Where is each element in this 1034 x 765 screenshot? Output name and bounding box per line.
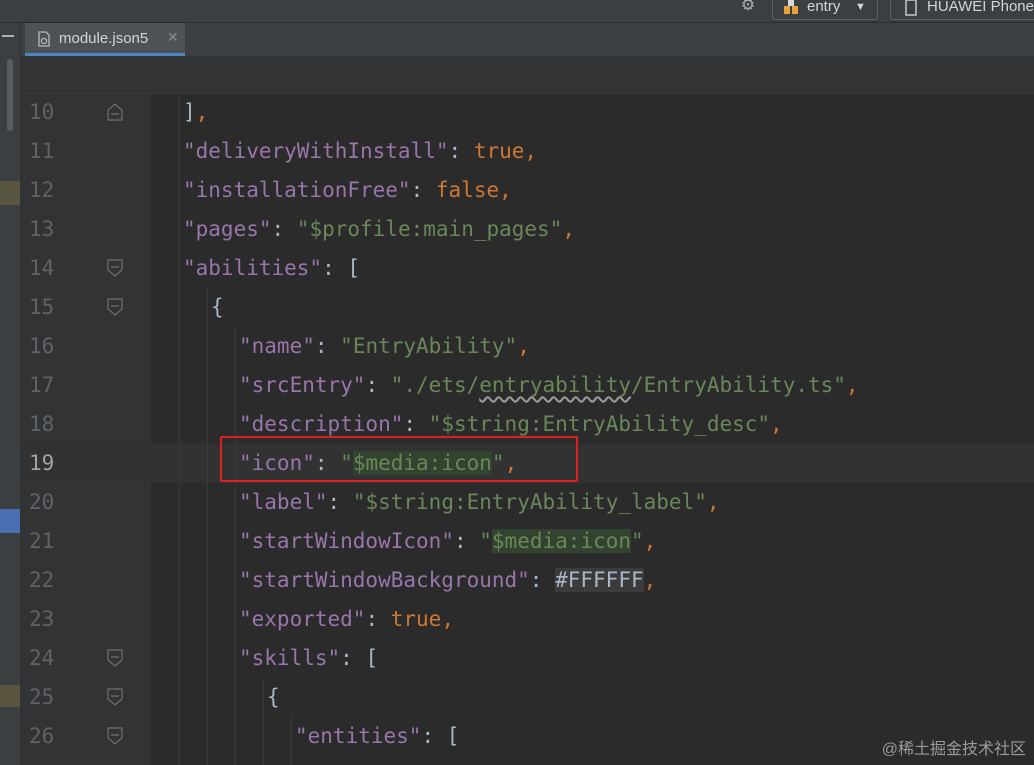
code-line[interactable]: 14 "abilities": [ [21, 249, 1034, 288]
bookmark-marker [0, 685, 20, 707]
gear-icon[interactable]: ⚙ [738, 0, 758, 16]
code-text: "exported": true, [239, 607, 454, 631]
code-line[interactable]: 21 "startWindowIcon": "$media:icon", [21, 522, 1034, 561]
code-text: ], [183, 100, 209, 124]
device-label: HUAWEI Phone [927, 0, 1034, 15]
code-line[interactable]: 11 "deliveryWithInstall": true, [21, 132, 1034, 171]
run-configuration-select[interactable]: entry ▼ [772, 0, 878, 20]
code-text: "entities": [ [295, 724, 460, 748]
scroll-thumb[interactable] [7, 59, 13, 131]
line-number: 12 [29, 178, 55, 202]
line-number: 17 [29, 373, 55, 397]
run-config-label: entry [807, 0, 841, 15]
json-file-icon [38, 31, 50, 47]
code-line[interactable]: 13 "pages": "$profile:main_pages", [21, 210, 1034, 249]
code-editor[interactable]: 10], 11 "deliveryWithInstall": true, 12 "ins… [21, 94, 1034, 765]
left-tool-strip [0, 23, 21, 765]
code-text: "label": "$string:EntryAbility_label", [239, 490, 720, 514]
line-number: 18 [29, 412, 55, 436]
bookmark-marker [0, 181, 20, 205]
panel-divider [2, 35, 14, 37]
indent-guide [179, 94, 180, 765]
line-number: 23 [29, 607, 55, 631]
selection-marker [0, 509, 20, 533]
annotation-highlight-box [220, 436, 578, 482]
code-text: "installationFree": false, [183, 178, 512, 202]
chevron-down-icon: ▼ [855, 1, 866, 13]
code-line[interactable]: 10], [21, 94, 1034, 132]
line-number: 13 [29, 217, 55, 241]
code-text: "skills": [ [239, 646, 379, 670]
code-text: "pages": "$profile:main_pages", [183, 217, 575, 241]
watermark: @稀土掘金技术社区 [881, 741, 1026, 758]
tab-module-json5[interactable]: module.json5 ✕ [25, 23, 185, 56]
line-number: 20 [29, 490, 55, 514]
code-line[interactable]: 22 "startWindowBackground": #FFFFFF, [21, 561, 1034, 600]
editor-tab-bar: module.json5 ✕ [21, 23, 1034, 57]
code-text: "abilities": [ [183, 256, 361, 280]
line-number: 15 [29, 295, 55, 319]
code-text: "deliveryWithInstall": true, [183, 139, 538, 163]
code-line[interactable]: 15 { [21, 288, 1034, 327]
line-number: 10 [29, 100, 55, 124]
fold-start-icon[interactable] [107, 298, 123, 316]
code-line[interactable]: 17 "srcEntry": "./ets/entryability/EntryA… [21, 366, 1034, 405]
code-line[interactable]: 12 "installationFree": false, [21, 171, 1034, 210]
line-number: 16 [29, 334, 55, 358]
fold-start-icon[interactable] [107, 259, 123, 277]
tab-label: module.json5 [59, 30, 149, 47]
line-number: 26 [29, 724, 55, 748]
code-text: "srcEntry": "./ets/entryability/EntryAbi… [239, 373, 859, 397]
line-number: 24 [29, 646, 55, 670]
indent-guide [291, 717, 292, 765]
code-text: { [267, 685, 280, 709]
fold-start-icon[interactable] [107, 727, 123, 745]
phone-icon [905, 0, 917, 16]
code-line[interactable]: 24 "skills": [ [21, 639, 1034, 678]
top-toolbar: ⚙ entry ▼ HUAWEI Phone [0, 0, 1034, 23]
fold-end-icon[interactable] [107, 103, 123, 121]
code-text: "name": "EntryAbility", [239, 334, 530, 358]
breadcrumb-bar [21, 57, 1034, 94]
code-line[interactable]: 25 { [21, 678, 1034, 717]
code-line[interactable]: 20 "label": "$string:EntryAbility_label", [21, 483, 1034, 522]
code-text: { [211, 295, 224, 319]
fold-start-icon[interactable] [107, 649, 123, 667]
indent-guide [235, 328, 236, 765]
line-number: 11 [29, 139, 55, 163]
code-line[interactable]: 23 "exported": true, [21, 600, 1034, 639]
line-number: 19 [29, 451, 55, 475]
close-icon[interactable]: ✕ [167, 29, 179, 46]
device-select[interactable]: HUAWEI Phone [890, 0, 1034, 20]
line-number: 21 [29, 529, 55, 553]
line-number: 25 [29, 685, 55, 709]
fold-start-icon[interactable] [107, 688, 123, 706]
indent-guide [207, 289, 208, 765]
code-text: "startWindowBackground": #FFFFFF, [239, 568, 657, 592]
line-number: 22 [29, 568, 55, 592]
code-text: "startWindowIcon": "$media:icon", [239, 529, 657, 553]
indent-guide [263, 678, 264, 765]
module-icon [784, 0, 798, 14]
code-line[interactable]: 16 "name": "EntryAbility", [21, 327, 1034, 366]
line-number: 14 [29, 256, 55, 280]
